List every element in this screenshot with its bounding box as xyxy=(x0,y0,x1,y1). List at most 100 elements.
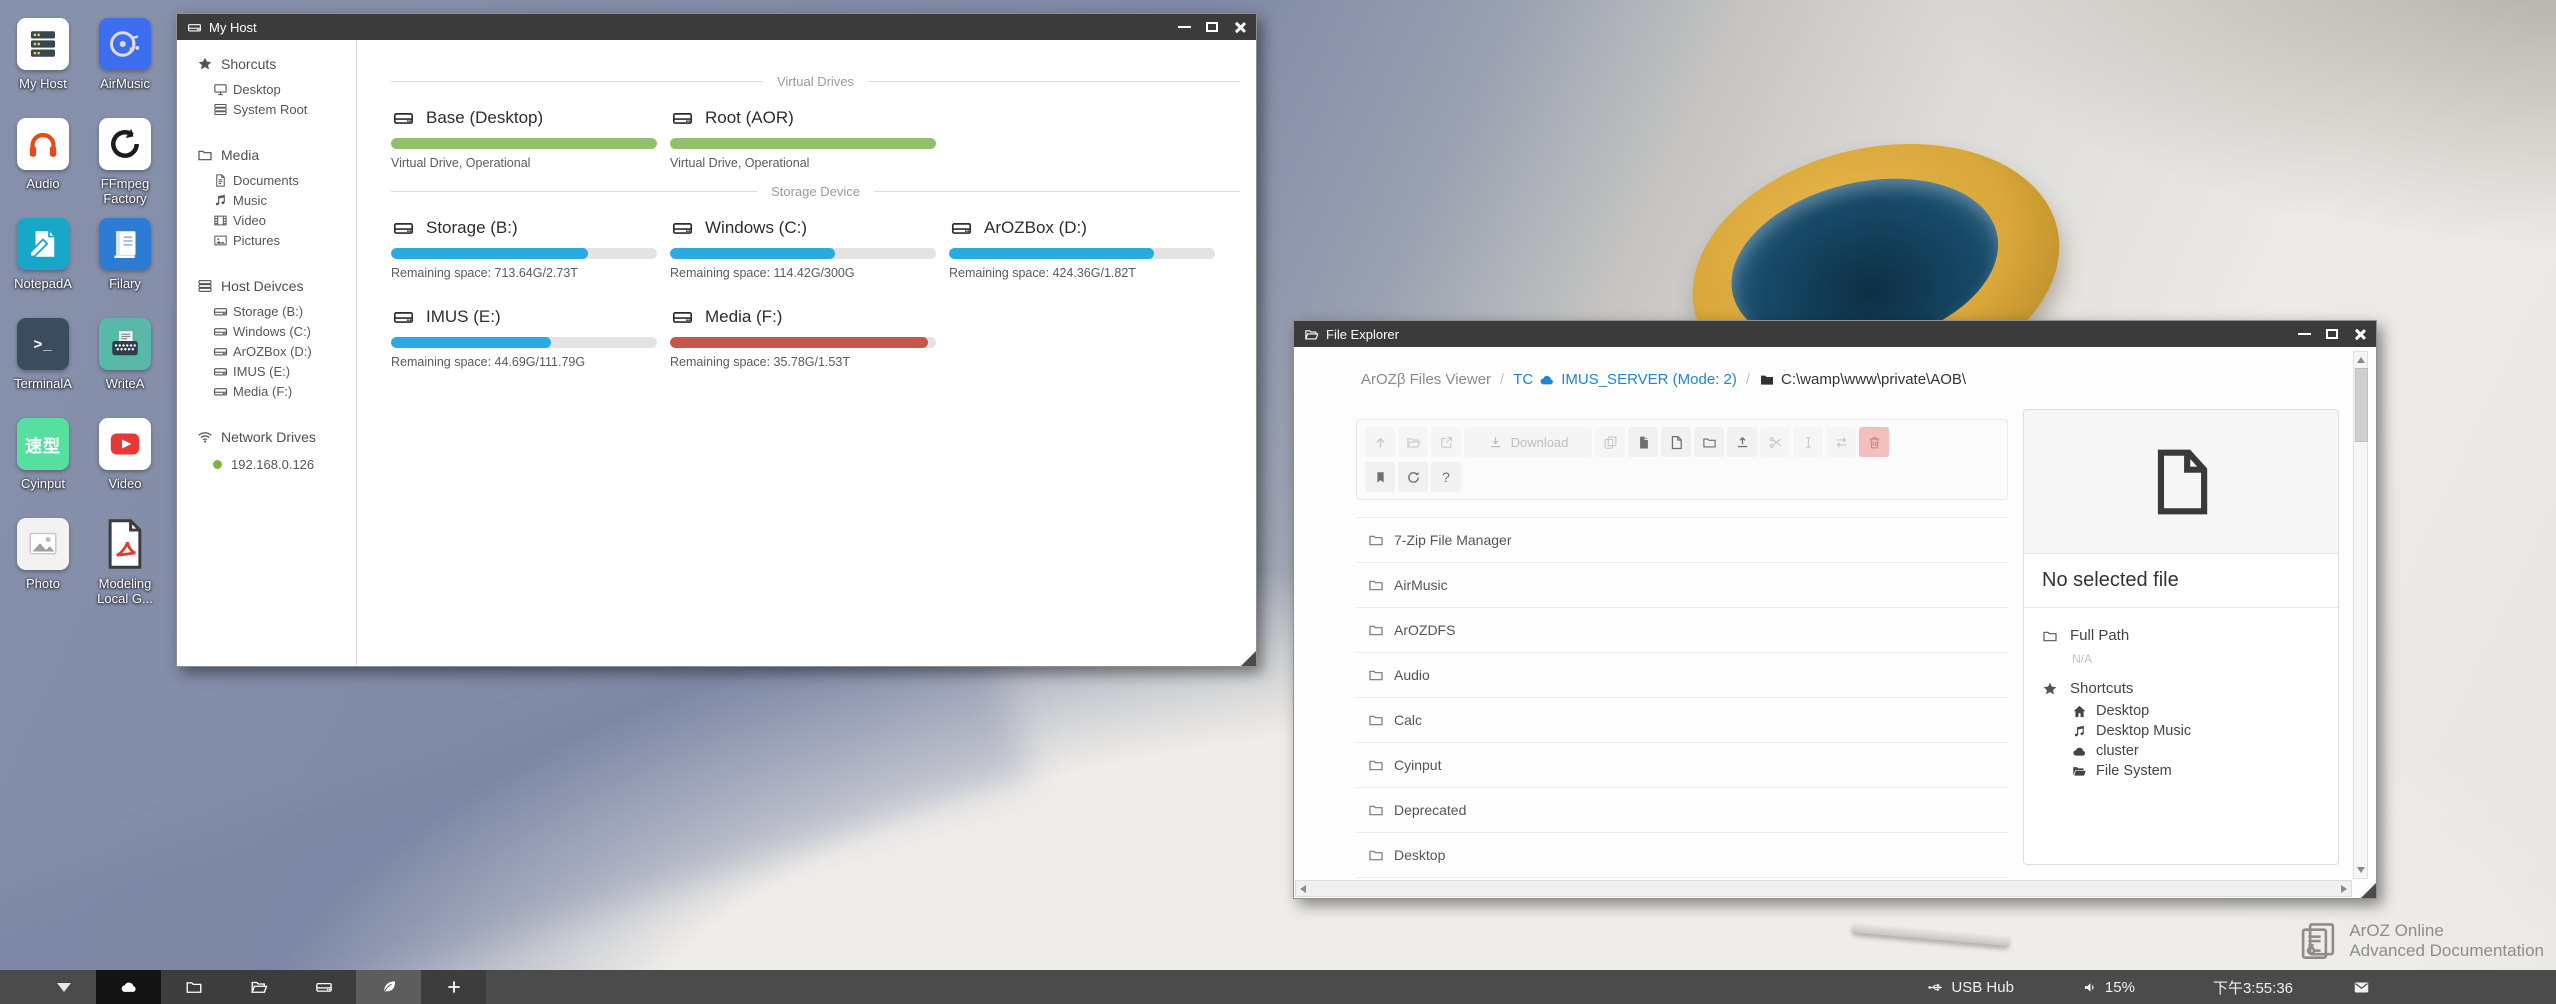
paste-button[interactable] xyxy=(1628,427,1658,457)
drive-card-storage-b[interactable]: Storage (B:) Remaining space: 713.64G/2.… xyxy=(391,217,670,280)
sidebar-item-video[interactable]: Video xyxy=(213,213,356,228)
up-button[interactable] xyxy=(1365,427,1395,457)
shortcut-cluster[interactable]: cluster xyxy=(2072,743,2320,759)
download-button[interactable]: Download xyxy=(1464,427,1592,457)
drive-card-imus-e[interactable]: IMUS (E:) Remaining space: 44.69G/111.79… xyxy=(391,306,670,369)
desktop-icon-terminala[interactable]: >_ TerminalA xyxy=(2,318,84,418)
folder-icon xyxy=(1368,847,1384,863)
sidebar-item-network-192-168-0-126[interactable]: 192.168.0.126 xyxy=(213,457,356,472)
scrollbar-thumb[interactable] xyxy=(2355,368,2368,442)
taskbar-app-leaf[interactable] xyxy=(356,970,421,1004)
my-host-titlebar[interactable]: My Host xyxy=(177,14,1256,40)
sidebar-item-pictures[interactable]: Pictures xyxy=(213,233,356,248)
sidebar-item-arozbox-d[interactable]: ArOZBox (D:) xyxy=(213,344,356,359)
volume-status[interactable]: 15% xyxy=(2082,979,2135,996)
file-row[interactable]: Desktop xyxy=(1356,833,2008,878)
shortcut-desktop-music[interactable]: Desktop Music xyxy=(2072,723,2320,739)
desktop-icon-label: Modeling Local G... xyxy=(85,577,165,607)
shortcut-file-system[interactable]: File System xyxy=(2072,763,2320,779)
refresh-button[interactable] xyxy=(1398,462,1428,492)
desktop-icon-ffmpeg-factory[interactable]: FFmpeg Factory xyxy=(84,118,166,218)
file-explorer-titlebar[interactable]: File Explorer xyxy=(1294,321,2376,347)
taskbar-app-folder[interactable] xyxy=(161,970,226,1004)
taskbar-app-file-explorer[interactable] xyxy=(226,970,291,1004)
scroll-right-icon[interactable] xyxy=(2341,885,2347,893)
shortcuts-header-label: Shortcuts xyxy=(2070,680,2133,697)
desktop-icon-modeling-pdf[interactable]: Modeling Local G... xyxy=(84,518,166,618)
taskbar-app-cloud[interactable] xyxy=(96,970,161,1004)
file-row[interactable]: ArOZDFS xyxy=(1356,608,2008,653)
swap-button[interactable] xyxy=(1826,427,1856,457)
new-folder-button[interactable] xyxy=(1694,427,1724,457)
drive-card-media-f[interactable]: Media (F:) Remaining space: 35.78G/1.53T xyxy=(670,306,949,369)
sidebar-item-imus-e[interactable]: IMUS (E:) xyxy=(213,364,356,379)
scroll-down-icon[interactable] xyxy=(2357,867,2365,873)
file-row[interactable]: Cyinput xyxy=(1356,743,2008,788)
usb-status[interactable]: USB Hub xyxy=(1927,979,2014,996)
upload-button[interactable] xyxy=(1727,427,1757,457)
sidebar-item-desktop[interactable]: Desktop xyxy=(213,82,356,97)
notifications-button[interactable] xyxy=(2353,979,2370,996)
file-row[interactable]: Audio xyxy=(1356,653,2008,698)
drive-card-base-desktop[interactable]: Base (Desktop) Virtual Drive, Operationa… xyxy=(391,107,670,170)
taskbar-dropdown-icon[interactable] xyxy=(57,983,71,992)
file-row[interactable]: Deprecated xyxy=(1356,788,2008,833)
file-row[interactable]: 7-Zip File Manager xyxy=(1356,518,2008,563)
desktop-icon-cyinput[interactable]: 速型 Cyinput xyxy=(2,418,84,518)
copy-button[interactable] xyxy=(1595,427,1625,457)
desktop-icon-audio[interactable]: Audio xyxy=(2,118,84,218)
breadcrumb-separator: / xyxy=(1500,371,1504,388)
mail-icon xyxy=(2353,979,2370,996)
file-name: Deprecated xyxy=(1394,802,1466,818)
drive-card-root-aor[interactable]: Root (AOR) Virtual Drive, Operational xyxy=(670,107,949,170)
minimize-icon[interactable] xyxy=(1178,26,1191,28)
minimize-icon[interactable] xyxy=(2298,333,2311,335)
file-name: Calc xyxy=(1394,712,1422,728)
scroll-up-icon[interactable] xyxy=(2357,357,2365,363)
open-in-new-button[interactable] xyxy=(1431,427,1461,457)
file-row[interactable]: AirMusic xyxy=(1356,563,2008,608)
close-icon[interactable] xyxy=(2353,328,2366,341)
drive-icon xyxy=(670,107,695,129)
breadcrumb-server-link[interactable]: TC IMUS_SERVER (Mode: 2) xyxy=(1513,371,1737,388)
drive-card-arozbox-d[interactable]: ArOZBox (D:) Remaining space: 424.36G/1.… xyxy=(949,217,1228,280)
rename-button[interactable] xyxy=(1793,427,1823,457)
scroll-left-icon[interactable] xyxy=(1300,885,1306,893)
new-file-button[interactable] xyxy=(1661,427,1691,457)
taskbar-add-button[interactable] xyxy=(421,970,486,1004)
close-icon[interactable] xyxy=(1233,21,1246,34)
sidebar-item-windows-c[interactable]: Windows (C:) xyxy=(213,324,356,339)
sidebar-item-media-f[interactable]: Media (F:) xyxy=(213,384,356,399)
desktop-icon-writea[interactable]: WriteA xyxy=(84,318,166,418)
horizontal-scrollbar[interactable] xyxy=(1295,880,2352,897)
desktop-icon-filary[interactable]: Filary xyxy=(84,218,166,318)
resize-grip[interactable] xyxy=(2361,883,2376,898)
file-name: 7-Zip File Manager xyxy=(1394,532,1512,548)
desktop-icon-my-host[interactable]: My Host xyxy=(2,18,84,118)
maximize-icon[interactable] xyxy=(1206,22,1218,32)
help-button[interactable]: ? xyxy=(1431,462,1461,492)
desktop-icon-photo[interactable]: Photo xyxy=(2,518,84,618)
resize-grip[interactable] xyxy=(1241,651,1256,666)
sidebar-item-documents[interactable]: Documents xyxy=(213,173,356,188)
open-folder-icon xyxy=(1406,435,1421,450)
shortcut-desktop[interactable]: Desktop xyxy=(2072,703,2320,719)
sidebar-item-music[interactable]: Music xyxy=(213,193,356,208)
delete-button[interactable] xyxy=(1859,427,1889,457)
maximize-icon[interactable] xyxy=(2326,329,2338,339)
vertical-scrollbar[interactable] xyxy=(2353,351,2368,879)
desktop-icon-airmusic[interactable]: AirMusic xyxy=(84,18,166,118)
drive-caption: Remaining space: 713.64G/2.73T xyxy=(391,266,670,280)
desktop-icon-video[interactable]: Video xyxy=(84,418,166,518)
drive-card-windows-c[interactable]: Windows (C:) Remaining space: 114.42G/30… xyxy=(670,217,949,280)
taskbar-app-my-host[interactable] xyxy=(291,970,356,1004)
cut-button[interactable] xyxy=(1760,427,1790,457)
file-row[interactable]: Calc xyxy=(1356,698,2008,743)
breadcrumb-root[interactable]: ArOZβ Files Viewer xyxy=(1361,371,1491,388)
taskbar-clock[interactable]: 下午3:55:36 xyxy=(2213,977,2293,998)
sidebar-item-system-root[interactable]: System Root xyxy=(213,102,356,117)
sidebar-item-storage-b[interactable]: Storage (B:) xyxy=(213,304,356,319)
open-button[interactable] xyxy=(1398,427,1428,457)
desktop-icon-notepada[interactable]: NotepadA xyxy=(2,218,84,318)
bookmark-button[interactable] xyxy=(1365,462,1395,492)
